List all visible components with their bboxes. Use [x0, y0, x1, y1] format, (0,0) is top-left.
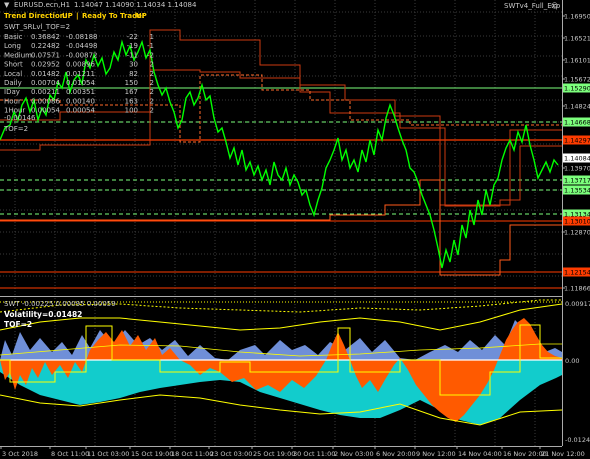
table-cell: 0.36842 — [31, 33, 60, 41]
table-cell: 0.00704 — [31, 79, 60, 87]
time-label: 30 Oct 11:00 — [293, 450, 335, 458]
tof-label: TOF=2 — [3, 125, 28, 133]
table-cell: -1 — [147, 42, 154, 50]
table-cell: -11 — [127, 51, 138, 59]
table-cell: 2 — [150, 107, 154, 115]
table-cell: 0.01054 — [66, 79, 95, 87]
table-cell: 1 — [150, 33, 154, 41]
sub-axis-label: -0.01247 — [565, 436, 590, 444]
chart-header-triangle: ▼ — [4, 1, 10, 9]
table-cell: 0.01211 — [66, 70, 95, 78]
price-label: 1.13534 — [564, 187, 590, 195]
price-label: 1.14824 — [564, 103, 590, 111]
table-cell: 150 — [125, 79, 138, 87]
trend-direction-label: Trend Direction: — [4, 12, 68, 20]
table-row-name: Long — [4, 42, 21, 50]
time-label: 23 Oct 03:00 — [210, 450, 252, 458]
table-cell: 2 — [150, 70, 154, 78]
time-label: 3 Oct 2018 — [2, 450, 38, 458]
time-label: 2 Nov 03:00 — [334, 450, 374, 458]
table-cell: 0.07571 — [31, 51, 60, 59]
price-label: 1.16101 — [564, 57, 590, 65]
time-label: 18 Oct 11:00 — [171, 450, 213, 458]
table-row-name: Basic — [4, 33, 23, 41]
table-cell: -2 — [147, 51, 154, 59]
sub-tof-label: TOF=2 — [4, 320, 32, 329]
price-label: 1.16521 — [564, 35, 590, 43]
table-cell: 0.22482 — [31, 42, 60, 50]
table-cell: 0.00896 — [66, 61, 95, 69]
chart-window[interactable]: 1.16950 1.16521 1.16101 1.156721.15290 1.148… — [0, 0, 590, 459]
table-cell: 2 — [150, 79, 154, 87]
table-cell: 0.01482 — [31, 70, 60, 78]
time-label: 15 Oct 19:00 — [131, 450, 173, 458]
table-cell: 30 — [129, 61, 138, 69]
table-row-name: Daily — [4, 79, 22, 87]
table-cell: -0.08188 — [66, 33, 97, 41]
ready-to-trade-value: UP — [136, 12, 147, 20]
price-label: 1.13970 — [564, 165, 590, 173]
smiley-icon: ☺ — [551, 2, 558, 10]
table-cell: 2 — [150, 61, 154, 69]
table-cell: -0.00872 — [66, 51, 97, 59]
price-label: 1.14084 — [564, 155, 590, 163]
chart-ohlc: 1.14047 1.14090 1.14034 1.14084 — [74, 1, 197, 9]
extra-line: -0.00146 — [4, 114, 36, 122]
table-row-name: Local — [4, 70, 22, 78]
chart-symbol: EURUSD.ecn,H1 — [14, 1, 70, 9]
table-cell: 82 — [129, 70, 138, 78]
sub-axis-label: 0.00917 — [565, 300, 590, 308]
table-cell: 0.00351 — [66, 88, 95, 96]
trend-direction-value: UP — [62, 12, 73, 20]
price-label: 1.14668 — [564, 119, 590, 127]
table-cell: 0.00086 — [31, 97, 60, 105]
price-label: 1.13717 — [564, 177, 590, 185]
table-cell: 2 — [150, 97, 154, 105]
price-label: 1.16950 — [564, 13, 590, 21]
time-label: 6 Nov 20:00 — [376, 450, 416, 458]
time-label: 8 Oct 11:00 — [51, 450, 89, 458]
volatility-label: Volatility=0.01482 — [4, 310, 82, 319]
table-cell: 0.00211 — [31, 88, 60, 96]
sub-indicator-header: SWT -0.00225 0.00095 0.00059 — [4, 300, 116, 308]
price-label: 1.11866 — [564, 285, 590, 293]
table-cell: 0.02952 — [31, 61, 60, 69]
table-row-name: IDay — [4, 88, 20, 96]
table-cell: -0.04498 — [66, 42, 97, 50]
price-label: 1.13010 — [564, 218, 590, 226]
indicator-name: SWT_SRLvl_TOF=2 — [4, 23, 70, 31]
table-cell: 0.00054 — [66, 107, 95, 115]
separator: | — [76, 12, 79, 21]
table-cell: 2 — [150, 88, 154, 96]
time-label: 21 Nov 12:00 — [541, 450, 585, 458]
price-label: 1.15672 — [564, 76, 590, 84]
table-cell: -19 — [127, 42, 138, 50]
table-row-name: Medium — [4, 51, 32, 59]
price-label: 1.15290 — [564, 85, 590, 93]
price-label: 1.14297 — [564, 137, 590, 145]
table-cell: 167 — [125, 88, 138, 96]
time-label: 11 Oct 03:00 — [87, 450, 129, 458]
price-label: 1.12870 — [564, 229, 590, 237]
time-label: 14 Nov 04:00 — [458, 450, 502, 458]
table-row-name: Short — [4, 61, 23, 69]
price-label: 1.12154 — [564, 269, 590, 277]
table-cell: 163 — [125, 97, 138, 105]
time-label: 9 Nov 12:00 — [416, 450, 456, 458]
table-cell: 0.00140 — [66, 97, 95, 105]
table-cell: 100 — [125, 107, 138, 115]
sub-axis-label: 0.00 — [565, 357, 579, 365]
table-cell: -22 — [127, 33, 138, 41]
table-row-name: Hour — [4, 97, 21, 105]
time-label: 25 Oct 19:00 — [253, 450, 295, 458]
